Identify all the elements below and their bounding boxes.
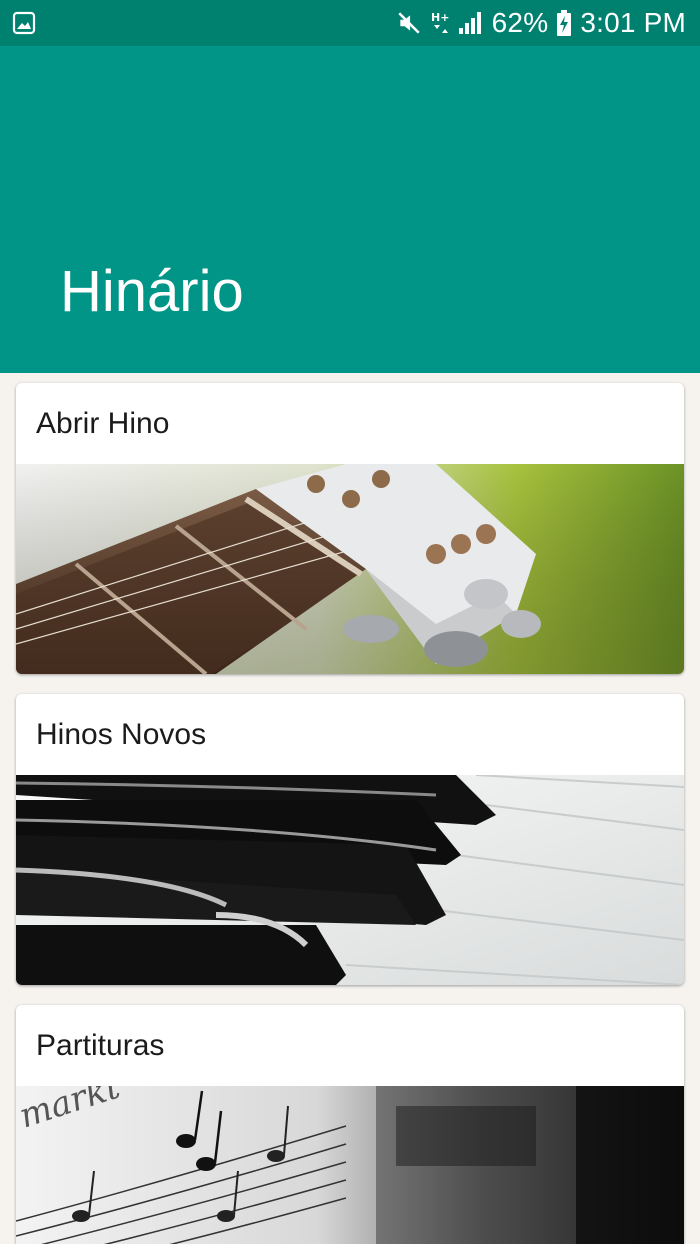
signal-icon [458, 12, 481, 34]
app-title: Hinário [60, 259, 244, 324]
menu-list[interactable]: Abrir Hino Hinos Novos Partituras markt [0, 373, 700, 1244]
card-hinos-novos[interactable]: Hinos Novos [16, 694, 684, 985]
clock: 3:01 PM [580, 7, 686, 38]
card-label: Hinos Novos [36, 718, 207, 751]
status-bar: H+ 62% 3:01 PM [0, 0, 700, 46]
piano-keys-image [16, 775, 684, 985]
guitar-headstock-image [16, 464, 684, 674]
svg-text:H+: H+ [431, 11, 449, 24]
battery-charging-icon [557, 10, 572, 36]
card-abrir-hino[interactable]: Abrir Hino [16, 383, 684, 674]
sheet-music-image: markt [16, 1086, 684, 1244]
battery-percent: 62% [491, 7, 549, 38]
card-label: Partituras [36, 1029, 165, 1062]
card-label: Abrir Hino [36, 407, 170, 440]
image-notification-icon [12, 11, 36, 35]
app-bar: Hinário [0, 46, 700, 373]
network-hplus-icon: H+ [431, 11, 449, 33]
card-partituras[interactable]: Partituras markt [16, 1005, 684, 1244]
mute-icon [397, 12, 420, 34]
